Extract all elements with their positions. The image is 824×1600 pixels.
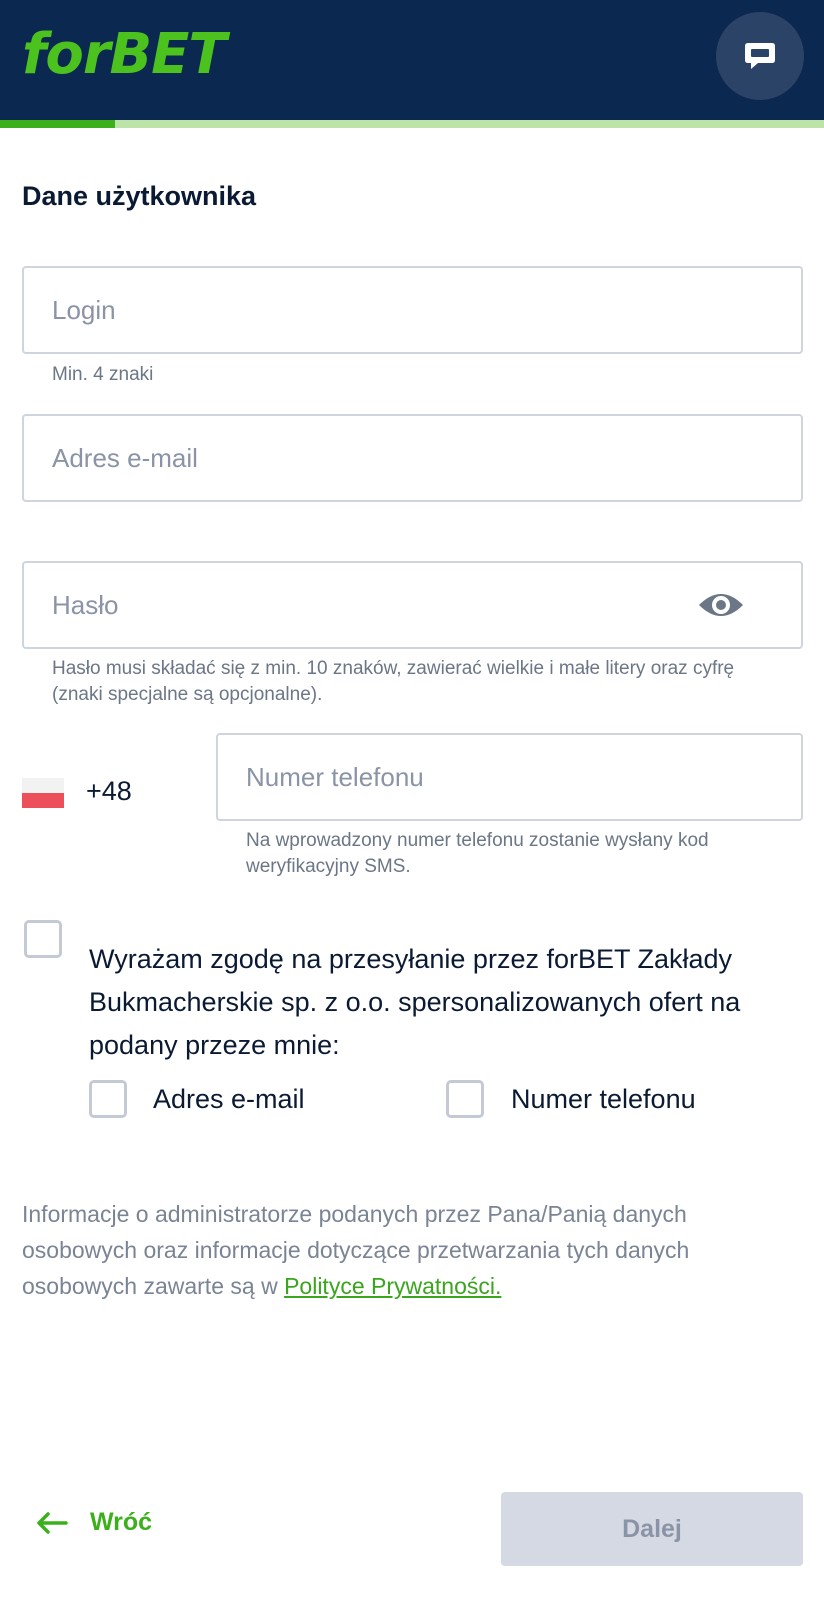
- consent-phone-checkbox[interactable]: [446, 1080, 484, 1118]
- country-prefix[interactable]: +48: [86, 776, 132, 807]
- section-title: Dane użytkownika: [22, 181, 257, 211]
- next-button[interactable]: Dalej: [501, 1492, 803, 1566]
- chat-button[interactable]: [716, 12, 804, 100]
- eye-icon[interactable]: [697, 589, 745, 621]
- consent-phone-label: Numer telefonu: [511, 1084, 696, 1114]
- phone-hint: Na wprowadzony numer telefonu zostanie w…: [246, 830, 709, 877]
- poland-flag-icon[interactable]: [22, 778, 64, 808]
- password-input[interactable]: [24, 563, 801, 647]
- phone-input[interactable]: [218, 735, 801, 819]
- login-field[interactable]: [22, 266, 803, 354]
- app-header: forBET: [0, 0, 824, 120]
- password-hint: Hasło musi składać się z min. 10 znaków,…: [52, 658, 735, 705]
- login-input[interactable]: [24, 268, 801, 352]
- privacy-info: Informacje o administratorze podanych pr…: [22, 1196, 792, 1304]
- password-field[interactable]: [22, 561, 803, 649]
- privacy-policy-link[interactable]: Polityce Prywatności.: [284, 1273, 501, 1299]
- forbet-logo: forBET: [22, 22, 227, 87]
- chat-bubble-icon: [745, 43, 775, 69]
- consent-email-label: Adres e-mail: [153, 1084, 305, 1114]
- back-button[interactable]: Wróć: [36, 1508, 152, 1537]
- phone-field[interactable]: [216, 733, 803, 821]
- consent-email-checkbox[interactable]: [89, 1080, 127, 1118]
- marketing-consent-text: Wyrażam zgodę na przesyłanie przez forBE…: [89, 944, 741, 1060]
- email-input[interactable]: [24, 416, 801, 500]
- progress-fill: [0, 120, 116, 128]
- email-field[interactable]: [22, 414, 803, 502]
- back-label: Wróć: [90, 1508, 153, 1536]
- marketing-consent-checkbox[interactable]: [24, 920, 62, 958]
- progress-bar: [0, 120, 824, 128]
- arrow-left-icon: [37, 1511, 68, 1534]
- login-hint: Min. 4 znaki: [52, 364, 154, 385]
